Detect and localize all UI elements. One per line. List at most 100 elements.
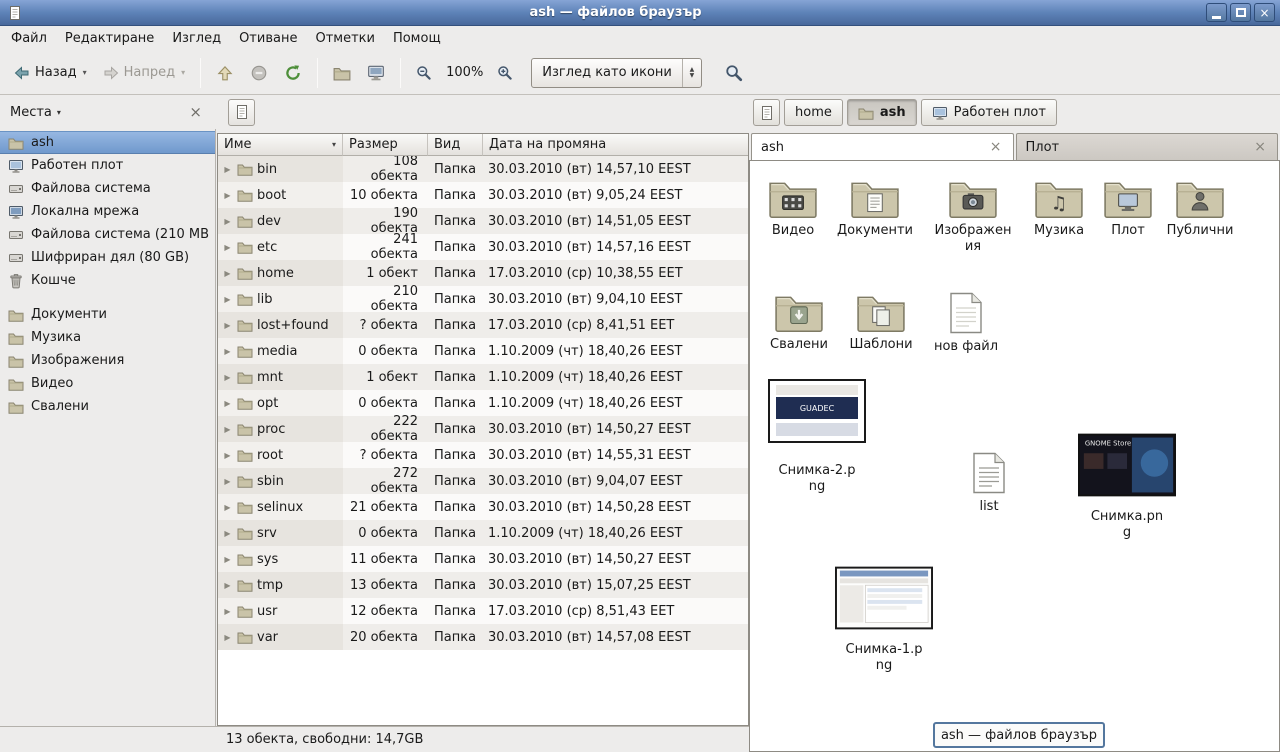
table-row[interactable]: ▶ media 0 обекта Папка 1.10.2009 (чт) 18… xyxy=(218,338,748,364)
expander-icon[interactable]: ▶ xyxy=(222,555,233,564)
path-button[interactable]: home xyxy=(784,99,843,126)
place-item[interactable]: Кошче xyxy=(0,269,215,292)
list-item[interactable]: Изображения xyxy=(931,173,1015,255)
expander-icon[interactable]: ▶ xyxy=(222,217,233,226)
table-row[interactable]: ▶ dev 190 обекта Папка 30.03.2010 (вт) 1… xyxy=(218,208,748,234)
table-row[interactable]: ▶ usr 12 обекта Папка 17.03.2010 (ср) 8,… xyxy=(218,598,748,624)
close-button[interactable]: × xyxy=(1254,3,1275,22)
list-item[interactable]: Шаблони xyxy=(839,287,923,353)
table-row[interactable]: ▶ opt 0 обекта Папка 1.10.2009 (чт) 18,4… xyxy=(218,390,748,416)
table-row[interactable]: ▶ root ? обекта Папка 30.03.2010 (вт) 14… xyxy=(218,442,748,468)
tab-close-button[interactable]: × xyxy=(1252,140,1268,154)
icon-view[interactable]: Видео Документи Изображения Музика xyxy=(749,160,1280,752)
table-row[interactable]: ▶ boot 10 обекта Папка 30.03.2010 (вт) 9… xyxy=(218,182,748,208)
expander-icon[interactable]: ▶ xyxy=(222,373,233,382)
expander-icon[interactable]: ▶ xyxy=(222,269,233,278)
menu-item[interactable]: Помощ xyxy=(384,28,450,49)
zoom-in-button[interactable] xyxy=(489,56,521,90)
path-button[interactable]: ash xyxy=(847,99,917,126)
table-row[interactable]: ▶ mnt 1 обект Папка 1.10.2009 (чт) 18,40… xyxy=(218,364,748,390)
list-item[interactable]: Видео xyxy=(751,173,835,239)
table-row[interactable]: ▶ etc 241 обекта Папка 30.03.2010 (вт) 1… xyxy=(218,234,748,260)
titlebar[interactable]: ash — файлов браузър × xyxy=(0,0,1280,26)
tab[interactable]: ash × xyxy=(751,133,1014,160)
taskbar-window-button[interactable]: ash — файлов браузър xyxy=(933,722,1105,748)
menu-item[interactable]: Отметки xyxy=(306,28,383,49)
place-item[interactable]: Документи xyxy=(0,303,215,326)
expander-icon[interactable]: ▶ xyxy=(222,607,233,616)
list-item[interactable]: Снимка.png xyxy=(1077,433,1177,541)
expander-icon[interactable]: ▶ xyxy=(222,529,233,538)
menu-item[interactable]: Отиване xyxy=(230,28,306,49)
place-item[interactable]: Музика xyxy=(0,326,215,349)
back-button[interactable]: Назад ▾ xyxy=(6,56,95,90)
zoom-out-button[interactable] xyxy=(408,56,440,90)
place-item[interactable]: ash xyxy=(0,131,215,154)
table-row[interactable]: ▶ lib 210 обекта Папка 30.03.2010 (вт) 9… xyxy=(218,286,748,312)
expander-icon[interactable]: ▶ xyxy=(222,165,233,174)
column-header-modified[interactable]: Дата на промяна xyxy=(483,134,748,156)
table-row[interactable]: ▶ bin 108 обекта Папка 30.03.2010 (вт) 1… xyxy=(218,156,748,182)
tab-close-button[interactable]: × xyxy=(988,140,1004,154)
list-item[interactable]: Свалени xyxy=(757,287,841,353)
table-row[interactable]: ▶ lost+found ? обекта Папка 17.03.2010 (… xyxy=(218,312,748,338)
list-item[interactable]: Снимка-1.png xyxy=(834,566,934,674)
table-row[interactable]: ▶ srv 0 обекта Папка 1.10.2009 (чт) 18,4… xyxy=(218,520,748,546)
table-row[interactable]: ▶ var 20 обекта Папка 30.03.2010 (вт) 14… xyxy=(218,624,748,650)
expander-icon[interactable]: ▶ xyxy=(222,581,233,590)
expander-icon[interactable]: ▶ xyxy=(222,477,233,486)
stop-button[interactable] xyxy=(242,56,276,90)
table-row[interactable]: ▶ sbin 272 обекта Папка 30.03.2010 (вт) … xyxy=(218,468,748,494)
table-row[interactable]: ▶ selinux 21 обекта Папка 30.03.2010 (вт… xyxy=(218,494,748,520)
expander-icon[interactable]: ▶ xyxy=(222,347,233,356)
expander-icon[interactable]: ▶ xyxy=(222,243,233,252)
expander-icon[interactable]: ▶ xyxy=(222,191,233,200)
table-row[interactable]: ▶ proc 222 обекта Папка 30.03.2010 (вт) … xyxy=(218,416,748,442)
table-row[interactable]: ▶ tmp 13 обекта Папка 30.03.2010 (вт) 15… xyxy=(218,572,748,598)
tab[interactable]: Плот × xyxy=(1016,133,1279,160)
list-item[interactable]: Публични xyxy=(1158,173,1242,239)
list-item[interactable]: Снимка-2.png xyxy=(767,379,867,495)
list-item[interactable]: list xyxy=(947,447,1031,515)
place-item[interactable]: Изображения xyxy=(0,349,215,372)
expander-icon[interactable]: ▶ xyxy=(222,425,233,434)
menu-item[interactable]: Файл xyxy=(2,28,56,49)
expander-icon[interactable]: ▶ xyxy=(222,295,233,304)
menu-item[interactable]: Изглед xyxy=(163,28,230,49)
column-header-size[interactable]: Размер xyxy=(343,134,428,156)
expander-icon[interactable]: ▶ xyxy=(222,321,233,330)
expander-icon[interactable]: ▶ xyxy=(222,503,233,512)
place-item[interactable]: Файлова система xyxy=(0,177,215,200)
column-header-type[interactable]: Вид xyxy=(428,134,483,156)
up-button[interactable] xyxy=(208,56,242,90)
list-item[interactable]: Документи xyxy=(833,173,917,239)
list-item[interactable]: нов файл xyxy=(924,287,1008,355)
reload-button[interactable] xyxy=(276,56,310,90)
place-item[interactable]: Локална мрежа xyxy=(0,200,215,223)
home-folder-button[interactable] xyxy=(325,56,359,90)
path-root-button[interactable] xyxy=(753,99,780,126)
expander-icon[interactable]: ▶ xyxy=(222,633,233,642)
place-label: Работен плот xyxy=(31,158,123,173)
maximize-button[interactable] xyxy=(1230,3,1251,22)
menu-item[interactable]: Редактиране xyxy=(56,28,163,49)
places-close-button[interactable]: × xyxy=(189,105,202,120)
table-row[interactable]: ▶ sys 11 обекта Папка 30.03.2010 (вт) 14… xyxy=(218,546,748,572)
column-header-name[interactable]: Име ▾ xyxy=(218,134,343,156)
place-item[interactable]: Свалени xyxy=(0,395,215,418)
expander-icon[interactable]: ▶ xyxy=(222,399,233,408)
forward-button[interactable]: Напред ▾ xyxy=(95,56,194,90)
place-item[interactable]: Файлова система (210 MB) xyxy=(0,223,215,246)
pane-toggle-button[interactable] xyxy=(228,99,255,126)
places-header[interactable]: Места ▾ × xyxy=(0,99,216,125)
path-button[interactable]: Работен плот xyxy=(921,99,1057,126)
computer-button[interactable] xyxy=(359,56,393,90)
search-button[interactable] xyxy=(716,56,752,90)
place-item[interactable]: Шифриран дял (80 GB) xyxy=(0,246,215,269)
minimize-button[interactable] xyxy=(1206,3,1227,22)
place-item[interactable]: Работен плот xyxy=(0,154,215,177)
table-row[interactable]: ▶ home 1 обект Папка 17.03.2010 (ср) 10,… xyxy=(218,260,748,286)
place-item[interactable]: Видео xyxy=(0,372,215,395)
view-mode-select[interactable]: Изглед като икони ▲▼ xyxy=(531,58,702,88)
expander-icon[interactable]: ▶ xyxy=(222,451,233,460)
